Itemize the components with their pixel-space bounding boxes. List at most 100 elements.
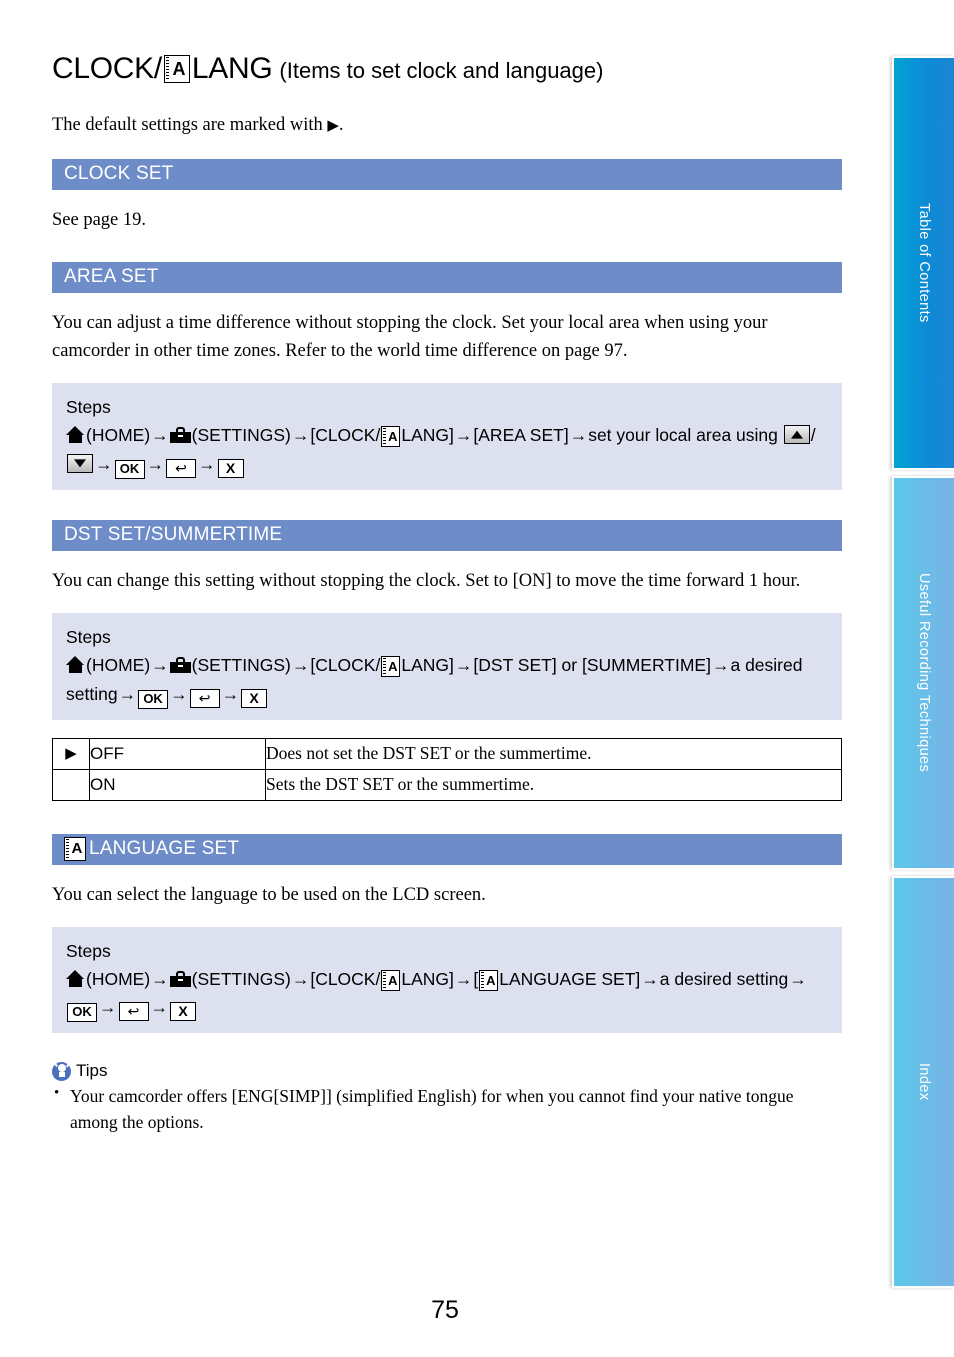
side-tab-label: Index — [916, 1063, 932, 1101]
arrow-icon: → — [291, 655, 310, 676]
arrow-icon: → — [454, 969, 473, 990]
a-language-icon: A — [381, 426, 401, 448]
step-clock-open: [CLOCK/ — [310, 969, 381, 990]
arrow-icon: → — [641, 969, 659, 990]
section-body-clock-set: See page 19. — [52, 209, 147, 230]
page-number: 75 — [431, 1296, 459, 1324]
step-clock-close: LANG] — [401, 969, 454, 990]
return-key-icon: ↩ — [189, 688, 220, 708]
arrow-icon: → — [198, 453, 216, 474]
settings-toolbox-icon — [169, 971, 191, 988]
steps-flow: (HOME)→ (SETTINGS)→[CLOCK/A LANG]→[AREA SE… — [66, 421, 828, 479]
ok-key-icon: OK — [114, 459, 145, 479]
ok-key-icon: OK — [138, 689, 169, 709]
side-tab-index[interactable]: Index — [892, 876, 954, 1288]
tips-section: Tips Your camcorder offers [ENG[SIMP]] (… — [52, 1061, 842, 1135]
side-tab-useful-recording-techniques[interactable]: Useful Recording Techniques — [892, 476, 954, 870]
arrow-icon: → — [151, 425, 169, 446]
step-clock-close: LANG] — [401, 655, 454, 676]
step-action: a desired setting — [659, 969, 789, 990]
step-settings-label: (SETTINGS) — [191, 969, 291, 990]
section-header-language-set: A LANGUAGE SET — [52, 833, 842, 865]
default-marker-icon: ▶ — [327, 118, 339, 134]
option-description-cell: Does not set the DST SET or the summerti… — [265, 737, 842, 770]
intro-text-after: . — [338, 115, 344, 135]
return-key-icon: ↩ — [118, 1002, 149, 1022]
a-language-icon: A — [163, 55, 190, 83]
steps-box-dst-set: Steps (HOME)→ (SETTINGS)→[CLOCK/A LANG]→[D… — [52, 612, 842, 720]
a-language-icon: A — [479, 969, 499, 991]
arrow-icon: → — [291, 425, 310, 446]
a-language-icon: A — [381, 969, 401, 991]
steps-flow: (HOME)→ (SETTINGS)→[CLOCK/A LANG]→[DST SET… — [66, 651, 828, 709]
step-settings-label: (SETTINGS) — [191, 425, 291, 446]
steps-box-language-set: Steps (HOME)→ (SETTINGS)→[CLOCK/A LANG]→[A… — [52, 926, 842, 1034]
content-column: CLOCK/ A LANG (Items to set clock and la… — [52, 52, 842, 1135]
tips-list: Your camcorder offers [ENG[SIMP]] (simpl… — [52, 1083, 842, 1135]
step-action: set your local area using — [588, 425, 778, 446]
step-clock-open: [CLOCK/ — [310, 425, 381, 446]
section-header-clock-set: CLOCK SET — [52, 158, 842, 190]
arrow-icon: → — [151, 655, 169, 676]
arrow-icon: → — [291, 969, 310, 990]
arrow-icon: → — [170, 683, 188, 704]
slash-sep: / — [810, 425, 816, 446]
arrow-icon: → — [569, 425, 588, 446]
page-body: CLOCK/ A LANG (Items to set clock and la… — [0, 0, 890, 1357]
settings-toolbox-icon — [169, 427, 191, 444]
close-key-icon: X — [241, 688, 268, 708]
page-title: CLOCK/ A LANG (Items to set clock and la… — [52, 52, 842, 86]
section-body-area-set: You can adjust a time difference without… — [52, 312, 768, 362]
section-header-label: AREA SET — [64, 265, 159, 287]
side-tab-label: Useful Recording Techniques — [916, 573, 932, 773]
step-target-open: [ — [473, 969, 479, 990]
side-tab-table-of-contents[interactable]: Table of Contents — [892, 56, 954, 470]
side-tab-label: Table of Contents — [916, 203, 932, 323]
steps-box-area-set: Steps (HOME)→ (SETTINGS)→[CLOCK/A LANG]→[A… — [52, 383, 842, 490]
intro-line: The default settings are marked with ▶. — [52, 112, 842, 139]
step-target: [AREA SET] — [473, 425, 569, 446]
arrow-icon: → — [150, 997, 169, 1018]
home-icon — [66, 426, 85, 444]
arrow-icon: → — [146, 453, 165, 474]
section-body-dst-set: You can change this setting without stop… — [52, 570, 801, 591]
tips-heading-label: Tips — [76, 1061, 108, 1081]
option-name-cell: ON — [89, 768, 266, 801]
step-target: [DST SET] or [SUMMERTIME] — [473, 655, 711, 676]
step-home-label: (HOME) — [86, 425, 151, 446]
down-arrow-key-icon — [67, 453, 93, 473]
section-header-area-set: AREA SET — [52, 261, 842, 293]
section-header-label: LANGUAGE SET — [89, 837, 240, 859]
table-row: ON Sets the DST SET or the summertime. — [52, 768, 842, 801]
option-name-cell: OFF — [89, 737, 266, 770]
table-row: ▶ OFF Does not set the DST SET or the su… — [52, 737, 842, 770]
steps-label: Steps — [66, 397, 111, 418]
close-key-icon: X — [217, 458, 244, 478]
a-language-icon: A — [64, 836, 86, 861]
arrow-icon: → — [221, 683, 240, 704]
arrow-icon: → — [151, 969, 169, 990]
list-item: Your camcorder offers [ENG[SIMP]] (simpl… — [52, 1083, 842, 1135]
up-arrow-key-icon — [783, 425, 810, 445]
step-home-label: (HOME) — [86, 969, 151, 990]
a-language-icon: A — [381, 656, 401, 678]
page-title-prefix: CLOCK/ — [52, 52, 162, 85]
arrow-icon: → — [789, 969, 807, 990]
page-title-main: CLOCK/ A LANG — [52, 52, 273, 86]
options-table-dst-set: ▶ OFF Does not set the DST SET or the su… — [52, 737, 842, 801]
arrow-icon: → — [454, 425, 473, 446]
lightbulb-icon — [52, 1061, 71, 1081]
ok-key-icon: OK — [67, 1003, 97, 1023]
step-clock-open: [CLOCK/ — [310, 655, 381, 676]
settings-toolbox-icon — [169, 657, 191, 674]
arrow-icon: → — [95, 453, 113, 474]
section-header-label: CLOCK SET — [64, 162, 174, 184]
step-target-close: LANGUAGE SET] — [499, 969, 641, 990]
section-header-dst-set: DST SET/SUMMERTIME — [52, 519, 842, 551]
step-clock-close: LANG] — [401, 425, 454, 446]
return-key-icon: ↩ — [166, 458, 196, 478]
home-icon — [66, 656, 85, 674]
close-key-icon: X — [170, 1002, 196, 1022]
steps-label: Steps — [66, 626, 111, 647]
arrow-icon: → — [454, 655, 473, 676]
